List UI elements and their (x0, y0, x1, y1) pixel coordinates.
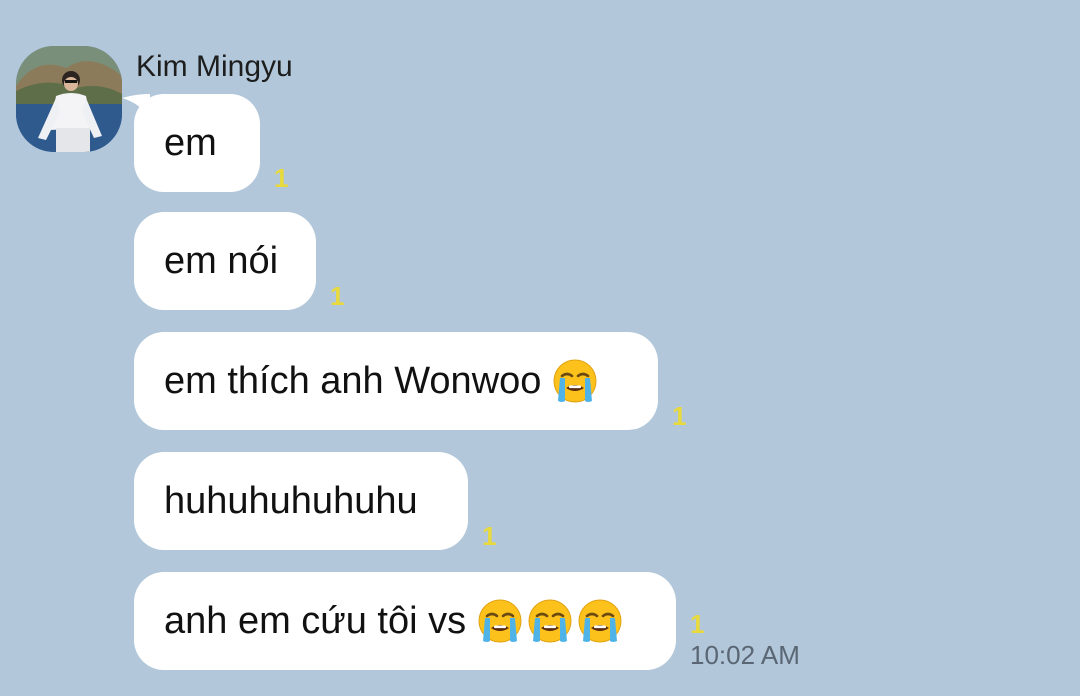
unread-count: 1 (690, 609, 705, 639)
avatar[interactable] (16, 46, 122, 152)
loudly-crying-face-icon (476, 597, 524, 645)
message-timestamp: 10:02 AM (690, 640, 800, 670)
message-text: anh em cứu tôi vs (164, 599, 467, 642)
message-bubble[interactable]: em nói (134, 212, 316, 310)
unread-count: 1 (672, 401, 687, 431)
unread-count: 1 (482, 521, 497, 551)
message-text: huhuhuhuhuhu (164, 479, 418, 522)
message-text: em thích anh Wonwoo (164, 359, 542, 402)
unread-count: 1 (274, 163, 289, 193)
unread-count: 1 (330, 281, 345, 311)
loudly-crying-face-icon (576, 597, 624, 645)
message-bubble[interactable]: em thích anh Wonwoo (134, 332, 658, 430)
message-bubble[interactable]: anh em cứu tôi vs (134, 572, 676, 670)
message-bubble[interactable]: em (134, 94, 260, 192)
message-text: em nói (164, 239, 279, 282)
message-bubble[interactable]: huhuhuhuhuhu (134, 452, 468, 550)
loudly-crying-face-icon (551, 357, 599, 405)
profile-photo-icon (16, 46, 122, 152)
message-text: em (164, 121, 217, 164)
chat-room: Kim Mingyu em 1 em nói 1 em thích anh Wo… (0, 0, 1080, 696)
loudly-crying-face-icon (526, 597, 574, 645)
sender-name: Kim Mingyu (136, 50, 293, 83)
